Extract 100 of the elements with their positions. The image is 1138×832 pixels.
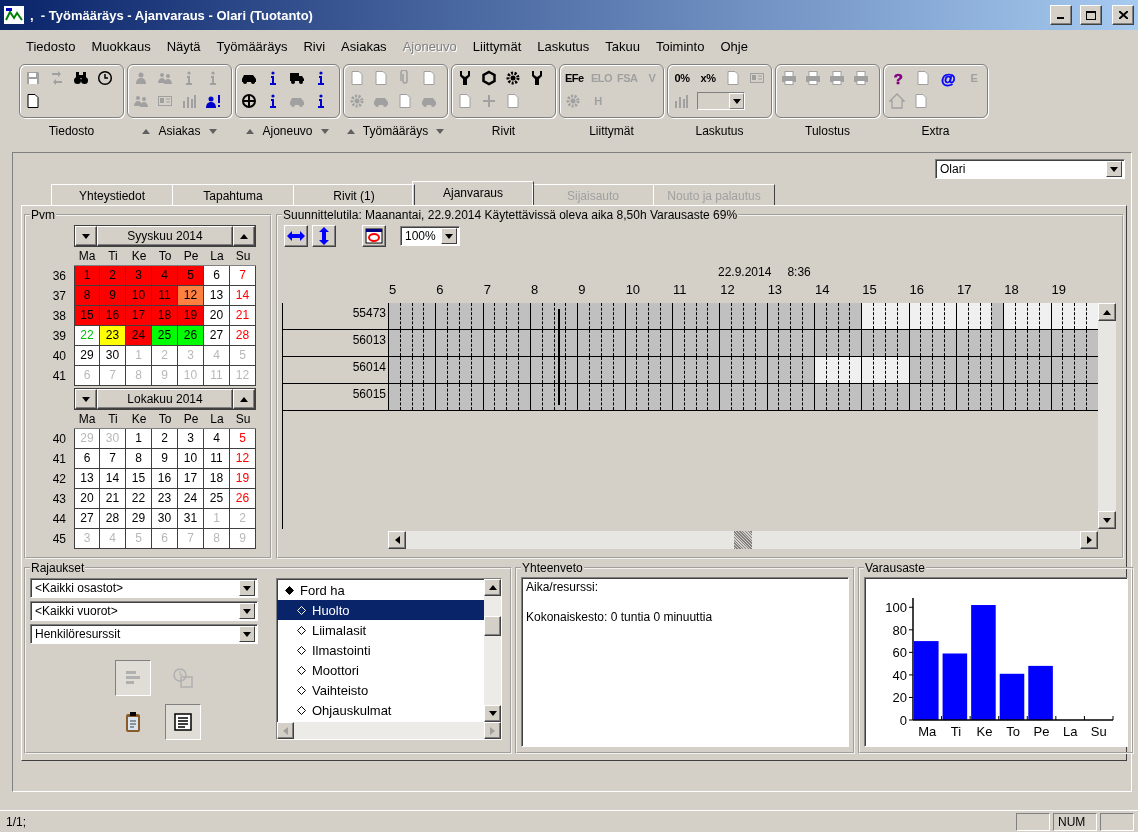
- tab[interactable]: Rivit (1): [293, 184, 415, 205]
- time-slot[interactable]: [944, 303, 956, 329]
- time-slot[interactable]: [578, 330, 590, 356]
- time-slot[interactable]: [814, 357, 826, 383]
- time-slot[interactable]: [518, 384, 530, 410]
- time-slot[interactable]: [494, 357, 507, 383]
- time-slot[interactable]: [1062, 303, 1075, 329]
- time-slot[interactable]: [862, 303, 874, 329]
- time-slot[interactable]: [944, 384, 956, 410]
- time-slot[interactable]: [790, 303, 803, 329]
- scroll-up-button[interactable]: [1098, 303, 1116, 321]
- time-slot[interactable]: [873, 384, 885, 410]
- time-slot[interactable]: [1015, 303, 1027, 329]
- calendar-day[interactable]: 15: [74, 306, 100, 326]
- time-slot[interactable]: [778, 357, 791, 383]
- menu-item[interactable]: Ohje: [712, 35, 756, 57]
- time-slot[interactable]: [862, 330, 874, 356]
- hexagon-icon[interactable]: [481, 70, 497, 86]
- time-slot[interactable]: [672, 330, 684, 356]
- collapse-icon[interactable]: [142, 128, 151, 134]
- expand-icon[interactable]: [208, 128, 217, 134]
- time-slot[interactable]: [506, 330, 519, 356]
- time-slot[interactable]: [991, 303, 1004, 329]
- scroll-thumb[interactable]: [484, 616, 501, 636]
- menu-item[interactable]: Laskutus: [529, 35, 598, 57]
- time-slot[interactable]: [578, 357, 590, 383]
- calendar-day[interactable]: 21: [100, 489, 126, 509]
- time-slot[interactable]: [506, 303, 519, 329]
- time-slot[interactable]: [1004, 384, 1016, 410]
- time-slot[interactable]: [909, 303, 921, 329]
- calendar-day[interactable]: 5: [178, 266, 204, 286]
- time-slot[interactable]: [707, 357, 720, 383]
- calendar-day[interactable]: 27: [74, 509, 100, 529]
- time-slot[interactable]: [991, 330, 1004, 356]
- time-slot[interactable]: [920, 384, 933, 410]
- scroll-down-button[interactable]: [484, 705, 501, 722]
- menu-item[interactable]: Toiminto: [648, 35, 713, 57]
- binoculars-icon[interactable]: [73, 70, 89, 86]
- calendar-day[interactable]: 25: [204, 489, 230, 509]
- time-slot[interactable]: [920, 303, 933, 329]
- calendar-day[interactable]: 8: [126, 449, 152, 469]
- calendar-day[interactable]: 23: [152, 489, 178, 509]
- dropdown[interactable]: Henkilöresurssit: [30, 624, 258, 644]
- fit-width-button[interactable]: [284, 225, 308, 247]
- calendar-day[interactable]: 17: [126, 306, 152, 326]
- zoom-dropdown[interactable]: 100%: [400, 226, 460, 246]
- time-slot[interactable]: [589, 303, 601, 329]
- time-slot[interactable]: [625, 330, 637, 356]
- tree-item[interactable]: Ohjauskulmat: [277, 700, 484, 720]
- time-slot[interactable]: [873, 357, 885, 383]
- time-slot[interactable]: [518, 303, 530, 329]
- time-slot[interactable]: [494, 384, 507, 410]
- time-slot[interactable]: [778, 330, 791, 356]
- calendar-day[interactable]: 28: [100, 509, 126, 529]
- expand-icon[interactable]: [436, 128, 445, 134]
- calendar-day[interactable]: 1: [126, 429, 152, 449]
- calendar-day[interactable]: 12: [178, 286, 204, 306]
- time-slot[interactable]: [707, 303, 720, 329]
- calendar-day[interactable]: 10: [178, 449, 204, 469]
- time-slot[interactable]: [720, 357, 732, 383]
- vertical-scrollbar[interactable]: [1098, 303, 1116, 529]
- time-slot[interactable]: [648, 330, 661, 356]
- time-slot[interactable]: [565, 357, 578, 383]
- time-slot[interactable]: [494, 303, 507, 329]
- calendar-day[interactable]: 20: [204, 306, 230, 326]
- time-slot[interactable]: [518, 330, 530, 356]
- time-slot[interactable]: [731, 330, 743, 356]
- time-slot[interactable]: [672, 303, 684, 329]
- fit-height-button[interactable]: [312, 225, 336, 247]
- time-slot[interactable]: [625, 303, 637, 329]
- time-slot[interactable]: [1074, 330, 1087, 356]
- time-slot[interactable]: [932, 357, 945, 383]
- time-slot[interactable]: [720, 384, 732, 410]
- maximize-button[interactable]: [1080, 5, 1102, 25]
- time-slot[interactable]: [625, 384, 637, 410]
- calendar-day[interactable]: 14: [230, 286, 256, 306]
- time-slot[interactable]: [932, 330, 945, 356]
- time-slot[interactable]: [956, 330, 968, 356]
- scroll-down-button[interactable]: [1098, 511, 1116, 529]
- time-slot[interactable]: [909, 330, 921, 356]
- time-slot[interactable]: [802, 330, 814, 356]
- time-slot[interactable]: [849, 330, 862, 356]
- calendar-day[interactable]: 7: [100, 449, 126, 469]
- menu-item[interactable]: Asiakas: [333, 35, 395, 57]
- tree-item[interactable]: Ford ha: [277, 580, 484, 600]
- scroll-right-button[interactable]: [1080, 531, 1098, 549]
- time-slot[interactable]: [909, 384, 921, 410]
- time-slot[interactable]: [802, 303, 814, 329]
- time-slot[interactable]: [1074, 303, 1087, 329]
- time-slot[interactable]: [1015, 330, 1027, 356]
- time-slot[interactable]: [565, 384, 578, 410]
- time-slot[interactable]: [909, 357, 921, 383]
- calendar-day[interactable]: 25: [152, 326, 178, 346]
- calendar-day[interactable]: 19: [230, 469, 256, 489]
- calendar-day[interactable]: 3: [178, 429, 204, 449]
- time-slot[interactable]: [932, 303, 945, 329]
- time-slot[interactable]: [483, 330, 495, 356]
- time-slot[interactable]: [1015, 384, 1027, 410]
- time-slot[interactable]: [660, 303, 672, 329]
- time-slot[interactable]: [436, 384, 448, 410]
